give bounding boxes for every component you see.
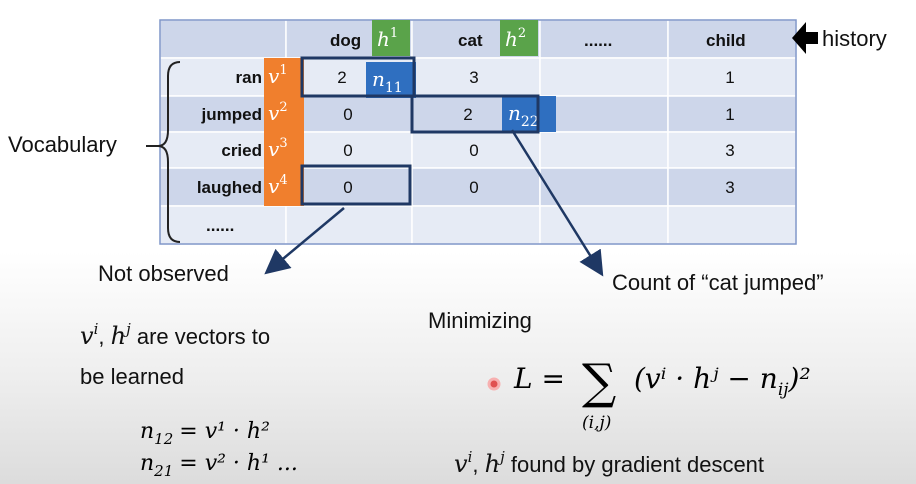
vocabulary-word: laughed — [197, 178, 262, 197]
table-cell — [159, 19, 287, 59]
vocabulary-word: ran — [236, 68, 262, 87]
column-header: child — [706, 31, 746, 50]
vectors-statement: vi, hj are vectors to — [80, 320, 270, 350]
count-value: 2 — [337, 68, 346, 87]
count-value: 0 — [343, 178, 352, 197]
minimizing-label: Minimizing — [428, 308, 532, 333]
vocabulary-word: jumped — [201, 105, 262, 124]
loss-equation: L = ∑ (i,j) (vⁱ · hʲ − nij)² — [513, 354, 811, 433]
count-value: 0 — [343, 141, 352, 160]
vocabulary-word: ...... — [206, 216, 234, 235]
column-header: cat — [458, 31, 483, 50]
count-value: 2 — [463, 105, 472, 124]
diagram-canvas: dog cat...... childh1 h2ran v1 2 3 1jumped v2 0 2 1… — [8, 19, 887, 480]
count-value: 0 — [343, 105, 352, 124]
loss-lhs: L = — [513, 362, 565, 395]
table-cell — [539, 57, 669, 97]
count-label: Count of “cat jumped” — [612, 270, 824, 295]
count-value: 3 — [725, 141, 734, 160]
not-observed-label: Not observed — [98, 261, 229, 286]
table-cell — [539, 131, 669, 169]
count-value: 1 — [725, 68, 734, 87]
table-cell — [667, 205, 797, 245]
sum-subscript: (i,j) — [582, 413, 611, 433]
vocabulary-label: Vocabulary — [8, 132, 117, 157]
column-header: ...... — [584, 31, 612, 50]
sum-symbol: ∑ — [582, 354, 616, 410]
equation-n21: n21 = v² · h¹ ... — [140, 451, 298, 480]
history-pointer: history — [792, 22, 887, 54]
table-cell — [539, 205, 669, 245]
equation-n12: n12 = v¹ · h² — [140, 419, 270, 448]
table-cell — [285, 205, 413, 245]
count-value: 3 — [469, 68, 478, 87]
gradient-descent-statement: vi, hj found by gradient descent — [454, 448, 764, 478]
count-value: 0 — [469, 178, 478, 197]
loss-body: (vⁱ · hʲ − nij)² — [634, 362, 811, 400]
table-cell — [539, 95, 669, 133]
count-value: 1 — [725, 105, 734, 124]
vocabulary-word: cried — [221, 141, 262, 160]
history-label: history — [822, 26, 887, 51]
vectors-statement-line2: be learned — [80, 364, 184, 389]
cursor-dot — [487, 377, 501, 391]
count-value: 3 — [725, 178, 734, 197]
count-value: 0 — [469, 141, 478, 160]
table-cell — [539, 167, 669, 207]
vocabulary-brace: Vocabulary — [8, 61, 181, 243]
table-cell — [411, 205, 541, 245]
column-header: dog — [330, 31, 361, 50]
